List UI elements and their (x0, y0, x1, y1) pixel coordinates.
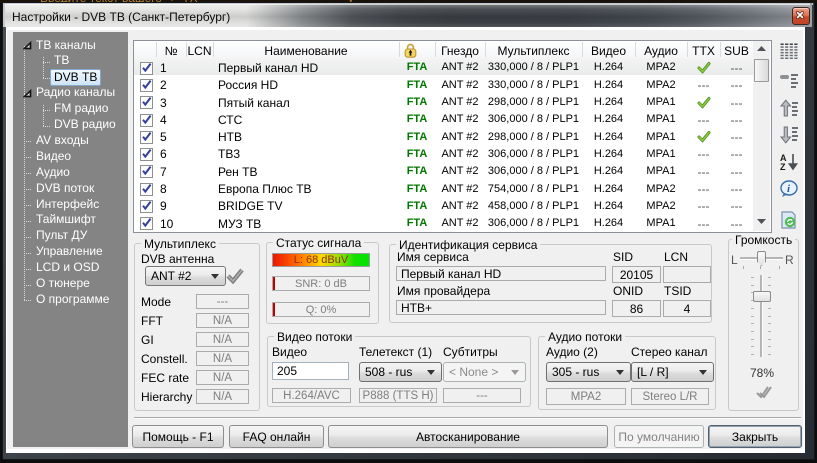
svg-text:Z: Z (780, 162, 786, 172)
